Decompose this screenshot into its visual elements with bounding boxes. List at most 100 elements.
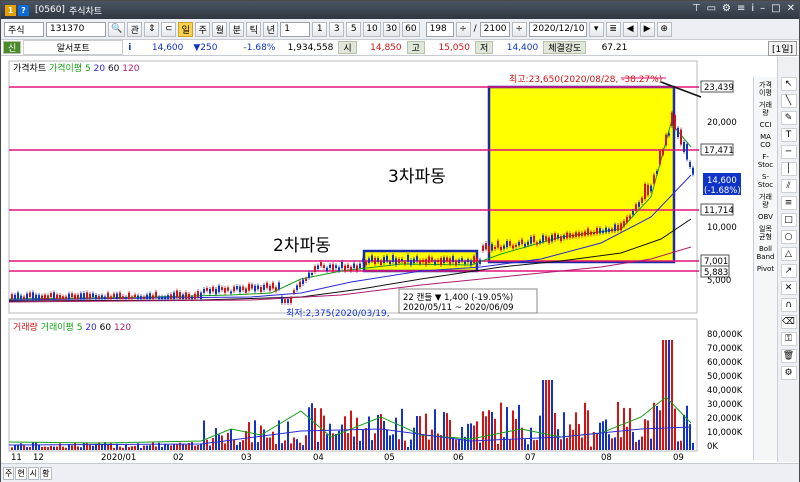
minute-60[interactable]: 60	[402, 21, 420, 37]
link-icon[interactable]: ⊂	[161, 21, 177, 37]
indicator-item[interactable]: 거래 량	[759, 101, 772, 117]
minute-10[interactable]: 10	[363, 21, 381, 37]
period-day[interactable]: 일	[178, 21, 194, 37]
minute-select[interactable]: 1	[280, 21, 311, 37]
volume-bar	[608, 434, 610, 450]
calendar-icon[interactable]: ▾	[588, 21, 604, 37]
stock-code-input[interactable]: 131370	[46, 21, 106, 37]
indicator-item[interactable]: MA CO	[760, 133, 771, 149]
close-icon[interactable]: ✕	[787, 3, 795, 14]
window-icon[interactable]: ▭	[707, 3, 716, 14]
eraser-icon[interactable]: ⌫	[780, 315, 797, 329]
period-minute[interactable]: 분	[229, 21, 245, 37]
volume-bar	[398, 439, 400, 450]
candle-body	[545, 236, 547, 241]
candle-body	[356, 265, 358, 271]
minute-5[interactable]: 5	[346, 21, 362, 37]
next-icon[interactable]: ▶	[639, 21, 655, 37]
vline-tool-icon[interactable]: │	[780, 162, 797, 176]
period-week[interactable]: 주	[195, 21, 211, 37]
total-count[interactable]: 2100	[479, 21, 510, 37]
line-tool-icon[interactable]: ╲	[780, 94, 797, 108]
info-icon[interactable]: i	[751, 3, 754, 14]
lock-icon[interactable]: ⚿	[780, 332, 797, 346]
prev-icon[interactable]: ◀	[622, 21, 638, 37]
period-badge[interactable]: [1일]	[767, 41, 797, 56]
tab-item[interactable]: 주	[3, 466, 15, 480]
volume-bar	[218, 434, 220, 450]
volume-bar	[479, 442, 481, 450]
indicator-item[interactable]: OBV	[758, 213, 773, 221]
magnet-icon[interactable]: ∩	[780, 298, 797, 312]
text-tool-icon[interactable]: T	[780, 128, 797, 142]
candle-body	[530, 236, 532, 244]
indicator-item[interactable]: F- Stoc	[758, 153, 773, 169]
info-icon-i[interactable]: i	[123, 43, 136, 53]
candle-body	[284, 299, 286, 303]
count-input[interactable]: 198	[425, 21, 454, 37]
x-tick: 2020/01	[101, 453, 136, 462]
indicator-item[interactable]: Pivot	[757, 265, 774, 273]
minute-30[interactable]: 30	[382, 21, 401, 37]
rect-tool-icon[interactable]: □	[780, 213, 797, 227]
gear-icon[interactable]: ⚙	[780, 366, 797, 380]
cursor-icon[interactable]: ↖	[780, 77, 797, 91]
chart-area[interactable]: 가격차트 가격이평 5 20 60 120 최고:23,650(2020/08/…	[1, 57, 761, 463]
pin-icon[interactable]: ⊤	[692, 3, 701, 14]
trash-icon[interactable]: 🗑	[780, 349, 797, 363]
credit-badge: 신	[3, 41, 22, 54]
date-input[interactable]: 2020/12/10	[528, 21, 587, 37]
arrow-tool-icon[interactable]: ↗	[780, 264, 797, 278]
volume-bar	[353, 436, 355, 450]
period-month[interactable]: 월	[212, 21, 228, 37]
tab-item[interactable]: 황	[40, 466, 52, 480]
circle-tool-icon[interactable]: ○	[780, 230, 797, 244]
period-tick[interactable]: 틱	[246, 21, 262, 37]
candle-body	[17, 292, 19, 299]
indicator-item[interactable]: S- Stoc	[758, 173, 773, 189]
candle-body	[476, 258, 478, 261]
candle-body	[128, 292, 130, 299]
tab-item[interactable]: 현	[15, 466, 27, 480]
chart-svg[interactable]: 가격차트 가격이평 5 20 60 120 최고:23,650(2020/08/…	[1, 57, 761, 463]
chart-list-icon[interactable]: ≣	[605, 21, 621, 37]
total-stepper[interactable]: ÷	[511, 21, 527, 37]
favorite-button[interactable]: 관	[127, 21, 143, 37]
pencil-icon[interactable]: ✎	[780, 111, 797, 125]
triangle-tool-icon[interactable]: △	[780, 247, 797, 261]
hline-tool-icon[interactable]: ─	[780, 145, 797, 159]
market-select[interactable]: 주식	[4, 21, 44, 37]
fibo-tool-icon[interactable]: ≡	[780, 196, 797, 210]
volume-bar	[662, 340, 664, 450]
candle-body	[662, 149, 664, 155]
wave3-label: 3차파동	[388, 167, 446, 187]
indicator-item[interactable]: CCI	[760, 121, 772, 129]
zoom-icon[interactable]: ⊕	[656, 21, 672, 37]
period-year[interactable]: 년	[263, 21, 279, 37]
candle-body	[233, 286, 235, 292]
stepper-icon[interactable]: ⇕	[144, 21, 160, 37]
minute-3[interactable]: 3	[329, 21, 345, 37]
help-icon[interactable]: ?	[18, 4, 29, 16]
minimize-icon[interactable]: –	[760, 3, 765, 14]
indicator-item[interactable]: 거래 량	[759, 193, 772, 209]
count-stepper[interactable]: ÷	[455, 21, 471, 37]
volume-bar	[299, 442, 301, 450]
volume-bar	[593, 432, 595, 450]
indicator-item[interactable]: Boll Band	[757, 245, 775, 261]
search-icon[interactable]: 🔍	[108, 21, 126, 37]
indicator-item[interactable]: 가격 이평	[759, 81, 772, 97]
maximize-icon[interactable]: □	[771, 3, 780, 14]
settings-icon[interactable]: ⚙	[722, 3, 731, 14]
volume-bar	[350, 410, 352, 450]
volume-bar	[11, 447, 13, 450]
tab-item[interactable]: 시	[27, 466, 40, 480]
indicator-item[interactable]: 일목 균형	[759, 225, 772, 241]
volume-bar	[14, 444, 16, 450]
volume-bar	[23, 445, 25, 450]
channel-tool-icon[interactable]: ⫽	[780, 179, 797, 193]
cross-tool-icon[interactable]: ✕	[780, 281, 797, 295]
minute-1[interactable]: 1	[312, 21, 328, 37]
candle-body	[680, 129, 682, 145]
menu-icon[interactable]: ≡	[737, 3, 745, 14]
